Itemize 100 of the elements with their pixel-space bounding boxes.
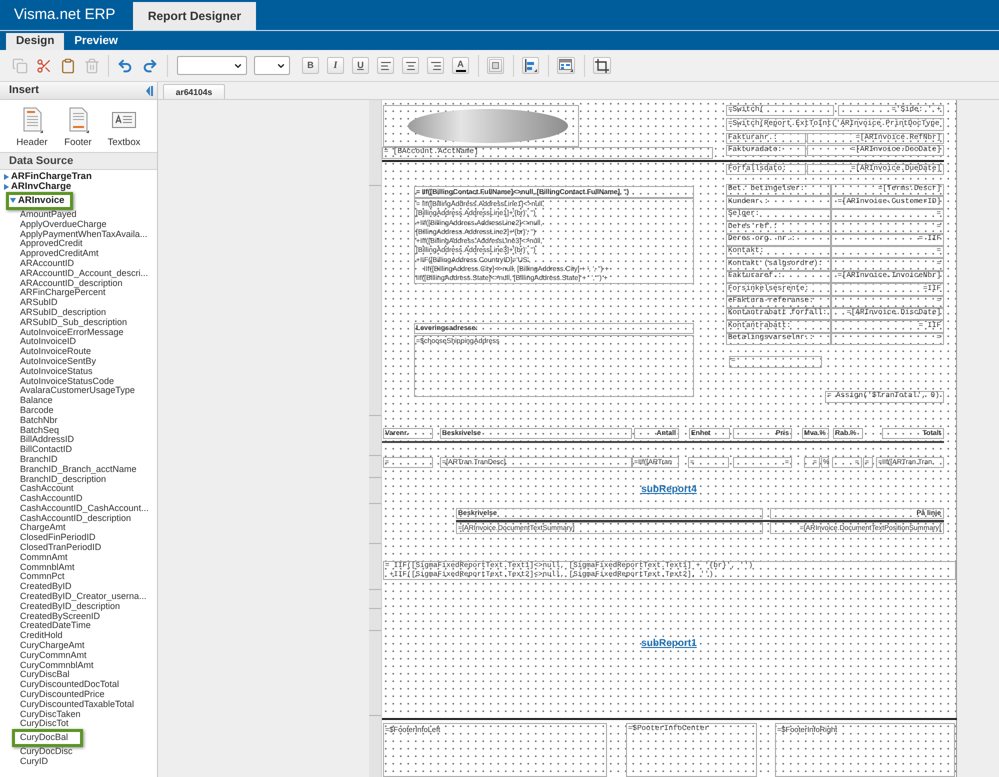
insert-tool[interactable]: Footer <box>56 107 100 152</box>
tree-item[interactable]: AutoInvoiceErrorMessage <box>0 327 157 337</box>
tree-item[interactable]: CreatedByID <box>0 582 157 592</box>
tree-item[interactable]: CuryCommnAmt <box>0 650 157 660</box>
tree-item[interactable]: Barcode <box>0 406 157 416</box>
tree-item[interactable]: CommnPct <box>0 572 157 582</box>
frame-corners-icon <box>595 58 609 72</box>
tree-item[interactable]: CreatedDateTime <box>0 621 157 631</box>
tree-item[interactable]: ARSubID_Sub_description <box>0 317 157 328</box>
textbox-icon <box>112 110 136 130</box>
align-left-button[interactable] <box>377 57 394 74</box>
tree-item[interactable]: CuryDiscountedPrice <box>0 690 157 700</box>
scissors-icon <box>36 58 52 74</box>
app-title: Visma.net ERP <box>13 4 116 25</box>
tree-item[interactable]: ARSubID <box>0 298 157 308</box>
tree-item[interactable]: ARFinChargePercent <box>0 288 157 298</box>
tree-item[interactable]: BatchSeq <box>0 425 157 435</box>
tree-item[interactable]: ApprovedCredit <box>0 238 157 249</box>
tree-item[interactable]: ClosedTranPeriodID <box>0 542 157 552</box>
tree-item[interactable]: AutoInvoiceStatusCode <box>0 376 157 386</box>
tree-item[interactable]: BranchID_Branch_acctName <box>0 464 157 474</box>
italic-button[interactable]: I <box>327 57 344 74</box>
app-tab[interactable]: Report Designer <box>133 2 256 30</box>
redo-icon <box>142 58 158 74</box>
tree-item[interactable]: CreatedByScreenID <box>0 611 157 622</box>
font-select[interactable] <box>177 56 247 75</box>
copy-icon <box>12 58 28 74</box>
page-footer-icon <box>67 107 89 133</box>
undo-icon <box>117 58 133 74</box>
tree-node[interactable]: ARFinChargeTran <box>0 172 157 182</box>
tree-node[interactable]: ARInvoice <box>6 192 74 210</box>
tree-item[interactable]: CommnAmt <box>0 552 157 562</box>
tree-item[interactable]: BillAddressID <box>0 434 157 445</box>
tree-item[interactable]: ARAccountID <box>0 258 157 268</box>
mode-tab[interactable]: Design <box>6 33 64 50</box>
tree-item[interactable]: CashAccount <box>0 484 157 494</box>
align-right-button[interactable] <box>427 57 444 74</box>
tree-item[interactable]: AutoInvoiceStatus <box>0 366 157 376</box>
tree-item[interactable]: CuryCommnblAmt <box>0 660 157 670</box>
align-right-icon <box>430 60 442 72</box>
panel-title: Insert <box>9 85 39 96</box>
align-center-icon <box>404 60 416 72</box>
tree-item[interactable]: BatchNbr <box>0 415 157 426</box>
tree-item[interactable]: ClosedFinPeriodID <box>0 532 157 543</box>
tree-item[interactable]: AutoInvoiceSentBy <box>0 356 157 366</box>
tree-item[interactable]: CuryID <box>0 756 157 766</box>
subreport-link[interactable]: subReport4 <box>641 485 697 495</box>
tree-item[interactable]: BillContactID <box>0 444 157 455</box>
snap-grid-button[interactable] <box>487 57 504 74</box>
font-color-button[interactable]: A <box>452 57 469 74</box>
tree-item[interactable]: AutoInvoiceID <box>0 336 157 347</box>
tree-item[interactable]: CashAccountID <box>0 494 157 504</box>
tree-item[interactable]: CuryChargeAmt <box>0 640 157 650</box>
size-select[interactable] <box>254 56 290 75</box>
table-icon <box>559 59 573 72</box>
subreport-link[interactable]: subReport1 <box>641 639 697 649</box>
tree-item[interactable]: ApplyPaymentWhenTaxAvaila... <box>0 229 157 239</box>
resize-button[interactable] <box>593 57 611 74</box>
tree-item[interactable]: ChargeAmt <box>0 523 157 533</box>
tree-item[interactable]: ARAccountID_Account_descri... <box>0 268 157 278</box>
tree-item[interactable]: CuryDocBal <box>12 728 84 747</box>
mode-tab[interactable]: Preview <box>64 33 128 50</box>
tree-item[interactable]: CashAccountID_description <box>0 513 157 524</box>
tree-item[interactable]: BranchID <box>0 454 157 464</box>
dotted-square-icon <box>489 59 502 72</box>
tree-item[interactable]: CommnblAmt <box>0 562 157 572</box>
insert-tool[interactable]: Header <box>10 107 54 152</box>
tree-item[interactable]: CuryDocDisc <box>0 746 157 757</box>
tree-item[interactable]: ApprovedCreditAmt <box>0 248 157 259</box>
tree-item[interactable]: CuryDiscountedDocTotal <box>0 680 157 690</box>
tree-item[interactable]: AvalaraCustomerUsageType <box>0 386 157 396</box>
align-objects-button[interactable] <box>522 57 539 74</box>
tree-item[interactable]: AutoInvoiceRoute <box>0 346 157 357</box>
insert-tool[interactable]: Textbox <box>102 107 146 152</box>
bold-button[interactable]: B <box>302 57 319 74</box>
table-layout-button[interactable] <box>557 57 575 74</box>
tree-item[interactable]: ARSubID_description <box>0 308 157 318</box>
collapse-icon[interactable] <box>146 86 153 96</box>
tree-item[interactable]: CashAccountID_CashAccount... <box>0 504 157 514</box>
align-center-button[interactable] <box>402 57 419 74</box>
tree-item[interactable]: BranchID_description <box>0 474 157 484</box>
tree-item[interactable]: CuryDiscBal <box>0 670 157 680</box>
tree-item[interactable]: CuryDiscountedTaxableTotal <box>0 699 157 710</box>
tree-item[interactable]: Balance <box>0 396 157 406</box>
underline-button[interactable]: U <box>352 57 369 74</box>
tree-item[interactable]: CuryDiscTot <box>0 719 157 729</box>
tree-item[interactable]: AmountPayed <box>0 210 157 220</box>
tree-node[interactable]: ARInvCharge <box>0 182 157 192</box>
tree-item[interactable]: CreatedByID_Creator_userna... <box>0 592 157 602</box>
tree-item[interactable]: CreditHold <box>0 630 157 641</box>
tree-item[interactable]: CreatedByID_description <box>0 601 157 612</box>
document-tab[interactable]: ar64104s <box>163 84 225 99</box>
page-header-icon <box>21 107 43 133</box>
tree-item[interactable]: CuryDiscTaken <box>0 709 157 720</box>
tree-item[interactable]: ARAccountID_description <box>0 278 157 288</box>
panel-title: Data Source <box>9 156 74 166</box>
tree-item[interactable]: ApplyOverdueCharge <box>0 219 157 230</box>
clipboard-icon <box>60 58 76 74</box>
align-left-icon <box>380 60 392 72</box>
trash-icon <box>84 58 100 74</box>
